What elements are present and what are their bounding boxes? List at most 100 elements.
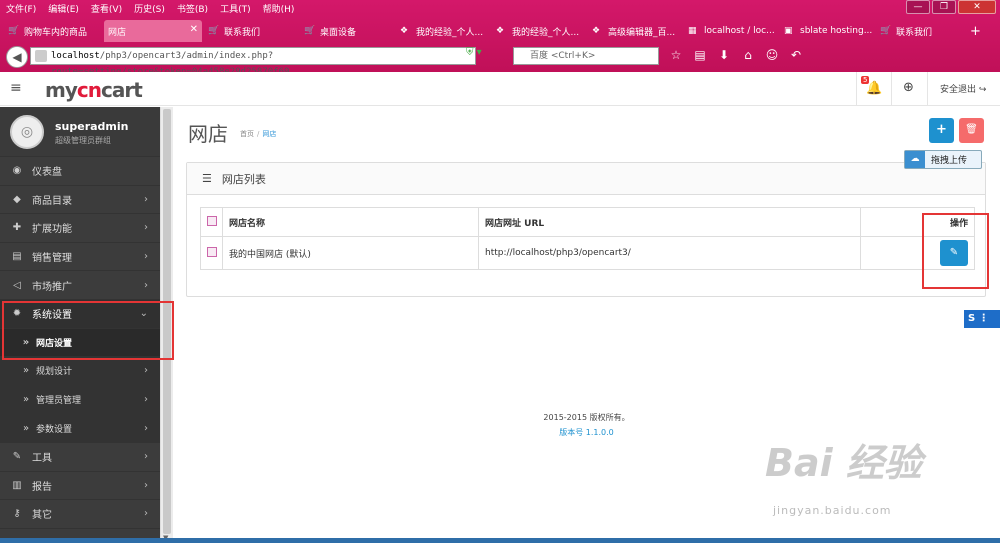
menu-bookmarks[interactable]: 书签(B) xyxy=(177,2,208,15)
tag-icon: ◆ xyxy=(13,193,21,205)
toolbar-icons: ☆ ▤ ⬇ ⌂ ☺ ↶ xyxy=(664,48,808,62)
menu-file[interactable]: 文件(F) xyxy=(6,2,36,15)
cart-icon: ▤ xyxy=(12,251,22,263)
search-input[interactable]: 百度 <Ctrl+K> xyxy=(513,47,659,65)
menu-history[interactable]: 历史(S) xyxy=(134,2,165,15)
select-all-checkbox[interactable] xyxy=(207,215,217,226)
browser-chrome: 文件(F) 编辑(E) 查看(V) 历史(S) 书签(B) 工具(T) 帮助(H… xyxy=(0,0,1000,77)
paw-icon: ❖ xyxy=(400,26,409,36)
menu-view[interactable]: 查看(V) xyxy=(91,2,122,15)
store-name-cell: 我的中国网店 (默认) xyxy=(222,236,479,270)
column-header-empty xyxy=(860,207,924,237)
table-row: 我的中国网店 (默认) http://localhost/php3/openca… xyxy=(200,236,975,270)
row-checkbox[interactable] xyxy=(207,246,217,257)
home-icon[interactable]: ⌂ xyxy=(736,48,760,62)
chevron-right-icon: › xyxy=(144,251,148,263)
column-header-name[interactable]: 网店名称 xyxy=(222,207,479,237)
undo-icon[interactable]: ↶ xyxy=(784,48,808,62)
sidebar-item-tools[interactable]: ✎ 工具 › xyxy=(0,443,160,472)
chevron-right-icon: › xyxy=(144,394,148,406)
store-list-panel: ☰ 网店列表 网店名称 网店网址 URL 操作 我的中国网店 (默认) http:… xyxy=(186,162,986,297)
divider xyxy=(856,72,857,106)
store-url-cell: http://localhost/php3/opencart3/ xyxy=(478,236,861,270)
close-tab-icon[interactable]: ✕ xyxy=(190,24,198,35)
chevron-right-icon: › xyxy=(144,451,148,463)
menu-toggle-icon[interactable]: ≡ xyxy=(10,81,26,96)
watermark-url: jingyan.baidu.com xyxy=(773,504,892,517)
download-icon[interactable]: ⬇ xyxy=(712,48,736,62)
page-title: 网店 xyxy=(188,122,228,146)
tab-desktop[interactable]: 🛒 桌面设备 xyxy=(300,20,392,42)
cloud-icon: ☁ xyxy=(905,151,925,168)
cart-icon: 🛒 xyxy=(304,26,316,36)
avatar[interactable]: ◎ xyxy=(10,115,44,149)
sidebar-item-sales[interactable]: ▤ 销售管理 › xyxy=(0,243,160,272)
divider xyxy=(927,72,928,106)
sidebar-item-other[interactable]: ⚷ 其它 › xyxy=(0,500,160,529)
highlight-box-sidebar xyxy=(2,301,174,360)
chevron-right-icon: › xyxy=(144,508,148,520)
key-icon: ⚷ xyxy=(13,508,21,520)
sidebar-item-catalog[interactable]: ◆ 商品目录 › xyxy=(0,186,160,215)
close-window-button[interactable]: ✕ xyxy=(958,0,996,14)
sidebar-item-dashboard[interactable]: ◉ 仪表盘 xyxy=(0,157,160,186)
menu-edit[interactable]: 编辑(E) xyxy=(48,2,79,15)
breadcrumb-home[interactable]: 首页 xyxy=(240,130,254,138)
star-icon[interactable]: ☆ xyxy=(664,48,688,62)
logout-link[interactable]: 安全退出 ↪ xyxy=(940,82,986,95)
cart-icon: 🛒 xyxy=(880,26,892,36)
sidebar-item-reports[interactable]: ▥ 报告 › xyxy=(0,472,160,501)
empty-cell xyxy=(860,236,924,270)
globe-icon[interactable]: ⊕ xyxy=(903,80,914,95)
window-controls: — ❐ ✕ xyxy=(904,0,996,14)
maximize-button[interactable]: ❐ xyxy=(932,0,956,14)
tab-phpmyadmin[interactable]: ▦ localhost / loc... xyxy=(684,20,776,42)
add-store-button[interactable]: + xyxy=(929,118,954,143)
sidebar-item-extensions[interactable]: ✚ 扩展功能 › xyxy=(0,214,160,243)
paw-icon: ❖ xyxy=(592,26,601,36)
url-bar[interactable]: localhost/php3/opencart3/admin/index.php… xyxy=(30,47,476,77)
new-tab-button[interactable]: + xyxy=(966,20,990,42)
tab-cart[interactable]: 🛒 购物车内的商品 xyxy=(4,20,102,42)
double-chevron-icon: » xyxy=(22,422,30,434)
tab-store[interactable]: 网店 ✕ xyxy=(104,20,202,42)
browser-menubar: 文件(F) 编辑(E) 查看(V) 历史(S) 书签(B) 工具(T) 帮助(H… xyxy=(0,0,1000,16)
tab-editor[interactable]: ❖ 高级编辑器_百... xyxy=(588,20,680,42)
tab-experience-1[interactable]: ❖ 我的经验_个人... xyxy=(396,20,488,42)
breadcrumb: 首页 / 网店 xyxy=(240,130,277,138)
menu-help[interactable]: 帮助(H) xyxy=(263,2,295,15)
column-header-url[interactable]: 网店网址 URL xyxy=(478,207,861,237)
store-table: 网店名称 网店网址 URL 操作 我的中国网店 (默认) http://loca… xyxy=(200,207,975,270)
sidebar-item-design[interactable]: » 规划设计 › xyxy=(0,357,160,386)
delete-button[interactable]: 🗑 xyxy=(959,118,984,143)
sign-out-icon: ↪ xyxy=(978,85,987,95)
sidebar-item-marketing[interactable]: ◁ 市场推广 › xyxy=(0,271,160,300)
navigation-bar: ◀ localhost/php3/opencart3/admin/index.p… xyxy=(0,44,1000,77)
chevron-right-icon: › xyxy=(144,193,148,205)
tab-experience-2[interactable]: ❖ 我的经验_个人... xyxy=(492,20,584,42)
site-info-icon[interactable] xyxy=(35,50,47,62)
drag-upload-button[interactable]: ☁ 拖拽上传 xyxy=(904,150,982,169)
sidebar-item-localisation[interactable]: » 参数设置 › xyxy=(0,414,160,443)
tab-contact[interactable]: 🛒 联系我们 xyxy=(204,20,296,42)
double-chevron-icon: » xyxy=(22,365,30,377)
tab-contact-2[interactable]: 🛒 联系我们 xyxy=(876,20,956,42)
tab-hosting[interactable]: ▣ sblate hosting... xyxy=(780,20,872,42)
ime-toolbar[interactable]: S ⋮ xyxy=(964,310,1000,328)
logo[interactable]: mycncart xyxy=(45,78,143,102)
shield-icon[interactable]: ⛨ ▾ xyxy=(466,47,482,58)
bookmarks-icon[interactable]: ▤ xyxy=(688,48,712,62)
list-icon: ☰ xyxy=(202,172,212,185)
back-button[interactable]: ◀ xyxy=(6,46,28,68)
menu-tools[interactable]: 工具(T) xyxy=(220,2,251,15)
share-icon: ◁ xyxy=(13,279,21,291)
breadcrumb-current[interactable]: 网店 xyxy=(262,130,276,138)
double-chevron-icon: » xyxy=(22,394,30,406)
row-checkbox-cell xyxy=(200,236,223,270)
chevron-right-icon: › xyxy=(144,222,148,234)
dashboard-icon: ◉ xyxy=(12,165,22,177)
copyright: 2015-2015 版权所有。 xyxy=(543,413,630,422)
chat-icon[interactable]: ☺ xyxy=(760,48,784,62)
sidebar-item-users[interactable]: » 管理员管理 › xyxy=(0,385,160,415)
minimize-button[interactable]: — xyxy=(906,0,930,14)
